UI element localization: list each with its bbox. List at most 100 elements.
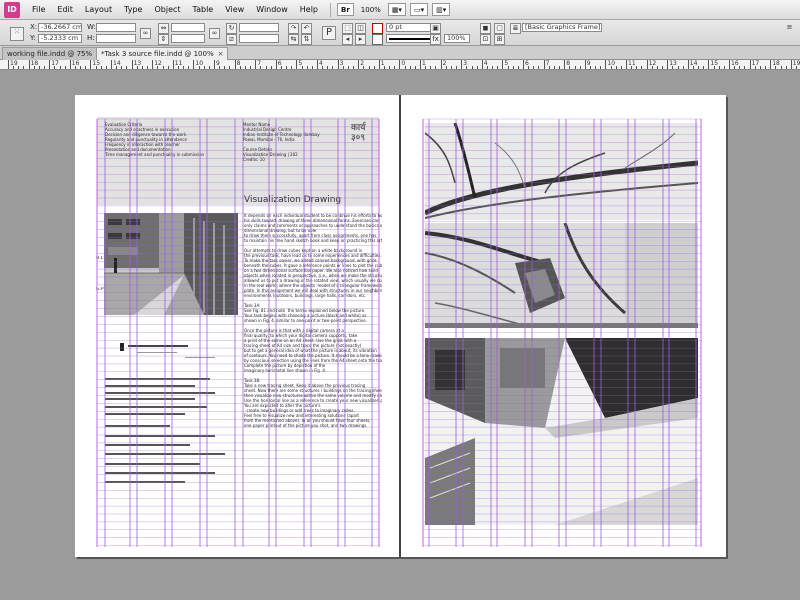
ruler-tick (126, 66, 128, 69)
ruler-tick (749, 60, 751, 69)
panel-menu-icon[interactable]: ≡ (784, 23, 795, 34)
scale-y-icon: ⇕ (158, 34, 169, 45)
tab-task3-source[interactable]: *Task 3 source file.indd @ 100% × (96, 47, 229, 60)
fit-frame-icon[interactable]: ▢ (494, 23, 505, 34)
ruler-tick (18, 66, 20, 69)
link-scale-icon[interactable]: ∞ (209, 28, 220, 39)
pasteboard[interactable]: Evaluation Criteria Accuracy and exactne… (0, 71, 800, 600)
pipe-photo[interactable] (425, 223, 698, 328)
reference-point-icon[interactable]: ⁙ (10, 27, 24, 41)
shear-field[interactable] (239, 34, 279, 43)
menu-window[interactable]: Window (250, 5, 294, 14)
body-text-frame[interactable]: It depends on each individual student to… (244, 213, 382, 553)
ruler-tick (208, 66, 210, 69)
ruler-tick (59, 66, 61, 69)
ruler-tick (291, 66, 293, 69)
view-options-icon[interactable]: ▦▾ (387, 3, 406, 16)
ruler-tick (456, 66, 458, 69)
ruler-tick (64, 66, 66, 69)
bridge-button[interactable]: Br (337, 3, 354, 16)
scale-y-field[interactable] (171, 34, 205, 43)
stroke-swatch[interactable] (372, 34, 383, 45)
select-next-icon[interactable]: ▸ (355, 34, 366, 45)
drop-shadow-icon[interactable]: ▣ (430, 23, 441, 34)
menu-table[interactable]: Table (187, 5, 220, 14)
ruler-tick (260, 66, 262, 69)
stroke-weight-field[interactable]: 0 pt (386, 23, 436, 32)
menu-file[interactable]: File (26, 5, 51, 14)
ruler-tick (790, 60, 792, 69)
center-content-icon[interactable]: ⊡ (480, 34, 491, 45)
ruler-tick (54, 66, 56, 69)
ruler-tick (656, 66, 658, 69)
flip-vertical-icon[interactable]: ⇅ (301, 34, 312, 45)
effects-icon[interactable]: fx (430, 34, 441, 45)
menu-type[interactable]: Type (118, 5, 148, 14)
menu-edit[interactable]: Edit (51, 5, 79, 14)
rotate-ccw-icon[interactable]: ↶ (301, 23, 312, 34)
screen-mode-icon[interactable]: ▭▾ (409, 3, 429, 16)
rotation-field[interactable] (239, 23, 279, 32)
bar (105, 398, 195, 400)
mentor-info-text[interactable]: Mentor Name Industrial Design Centre Ind… (243, 122, 343, 182)
street-photo[interactable] (104, 213, 238, 315)
evaluation-criteria-text[interactable]: Evaluation Criteria Accuracy and exactne… (105, 122, 240, 182)
horizontal-ruler[interactable]: 19 18 17 16 15 14 13 12 11 10 9 8 7 6 5 4 3 2 1 0 1 2 3 4 5 6 7 8 9 1… (0, 60, 800, 70)
building-photo[interactable] (425, 338, 698, 525)
rotate-icon: ↻ (226, 23, 237, 34)
constrain-proportions-icon[interactable]: ∞ (140, 28, 151, 39)
ruler-tick (244, 66, 246, 69)
ruler-tick (147, 66, 149, 69)
menu-bar: ID File Edit Layout Type Object Table Vi… (0, 0, 800, 20)
ruler-tick (600, 66, 602, 69)
ruler-tick (383, 66, 385, 69)
ruler-tick (224, 66, 226, 69)
ruler-tick (198, 66, 200, 69)
ruler-tick (667, 60, 669, 69)
object-style-select[interactable]: [Basic Graphics Frame]+ (522, 23, 602, 32)
stroke-type-select[interactable] (386, 34, 436, 43)
branch-photo[interactable] (425, 123, 698, 220)
ruler-tick (481, 60, 483, 69)
left-page[interactable]: Evaluation Criteria Accuracy and exactne… (75, 95, 401, 557)
opacity-field[interactable]: 100% (444, 34, 470, 43)
select-previous-icon[interactable]: ◂ (342, 34, 353, 45)
ruler-tick (579, 66, 581, 69)
scale-x-field[interactable] (171, 23, 205, 32)
flip-horizontal-icon[interactable]: ⇆ (288, 34, 299, 45)
branch-photo-graphic (425, 123, 698, 220)
menu-view[interactable]: View (219, 5, 250, 14)
fill-frame-icon[interactable]: ⊞ (494, 34, 505, 45)
text-wrap-icon[interactable]: ≣ (510, 23, 521, 34)
fill-swatch[interactable] (372, 23, 383, 34)
x-position-field[interactable]: -36.2667 cm (38, 23, 82, 32)
ruler-tick (317, 60, 318, 69)
close-icon[interactable]: × (218, 50, 224, 58)
tab-working-file[interactable]: working file.indd @ 75%× (2, 47, 108, 60)
arrange-documents-icon[interactable]: ▥▾ (432, 3, 451, 16)
ruler-tick (553, 66, 555, 69)
ruler-tick (523, 60, 524, 69)
width-field[interactable] (96, 23, 136, 32)
ruler-tick (420, 60, 421, 69)
ruler-tick (342, 66, 344, 69)
ruler-tick (713, 66, 715, 69)
select-content-icon[interactable]: ◫ (355, 23, 366, 34)
ruler-tick (574, 66, 576, 69)
ruler-tick (399, 60, 401, 69)
ruler-tick (363, 66, 365, 69)
rotate-cw-icon[interactable]: ↷ (288, 23, 299, 34)
zoom-level-select[interactable]: 100% (358, 3, 384, 16)
ruler-tick (311, 66, 313, 69)
fit-content-icon[interactable]: ◼ (480, 23, 491, 34)
y-position-field[interactable]: -5.2333 cm (38, 34, 82, 43)
select-container-icon[interactable]: ⬚ (342, 23, 353, 34)
menu-layout[interactable]: Layout (79, 5, 118, 14)
height-field[interactable] (96, 34, 136, 43)
menu-help[interactable]: Help (294, 5, 324, 14)
right-page[interactable] (401, 95, 726, 557)
menu-object[interactable]: Object (148, 5, 186, 14)
ruler-tick (105, 66, 107, 69)
ruler-tick (595, 66, 597, 69)
page-title[interactable]: Visualization Drawing (244, 195, 341, 205)
